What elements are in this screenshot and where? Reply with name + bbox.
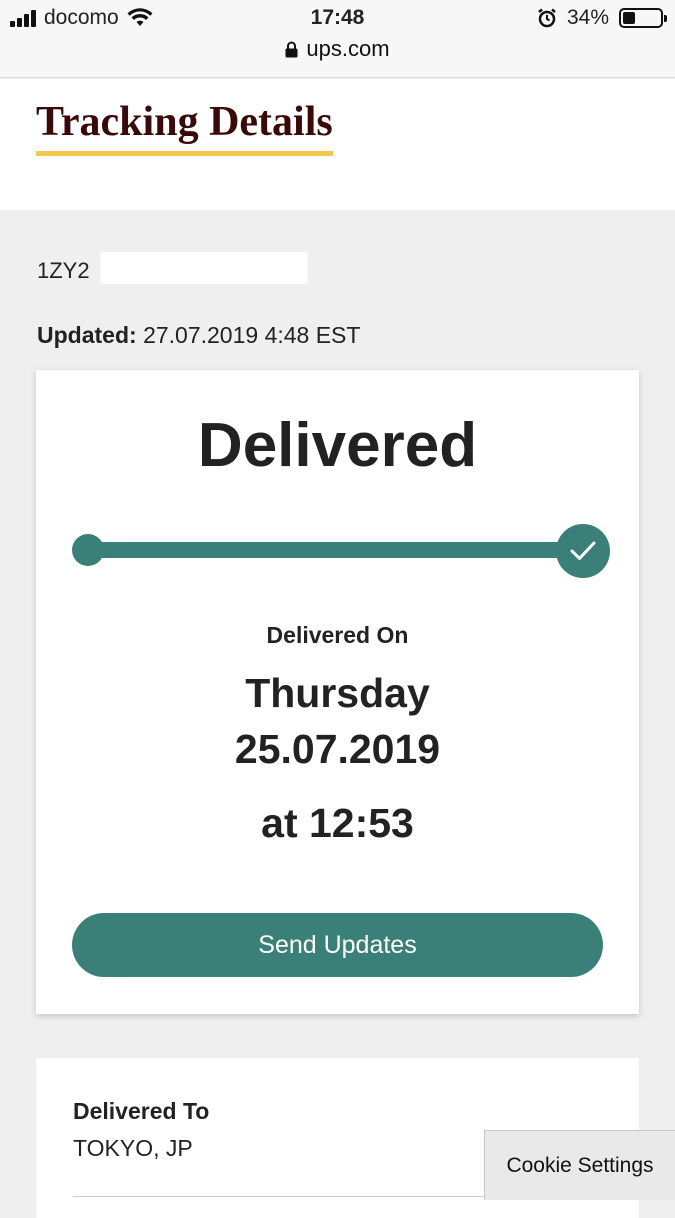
redaction-mark — [100, 252, 308, 284]
cookie-settings-button[interactable]: Cookie Settings — [484, 1130, 675, 1200]
status-bar: docomo 17:48 34% ups.com — [0, 0, 675, 78]
delivered-to-value: TOKYO, JP — [73, 1135, 193, 1161]
delivery-time: at 12:53 — [261, 800, 414, 846]
checkmark-icon — [556, 524, 610, 578]
url-text: ups.com — [306, 36, 390, 61]
send-updates-button[interactable]: Send Updates — [72, 913, 603, 977]
progress-track — [88, 542, 584, 558]
url-bar[interactable]: ups.com — [0, 36, 675, 62]
alarm-icon — [538, 8, 556, 28]
status-card: Delivered Delivered On Thursday 25.07.20… — [36, 370, 639, 1014]
updated-label: Updated: — [37, 322, 137, 348]
battery-percent: 34% — [566, 6, 609, 29]
delivery-day: Thursday — [245, 670, 430, 716]
progress-start-dot — [72, 534, 104, 566]
tracking-number: 1ZY2 — [37, 258, 90, 283]
updated-info: Updated: 27.07.2019 4:48 EST — [37, 322, 360, 349]
delivered-to-label: Delivered To — [73, 1098, 210, 1124]
battery-fill — [623, 12, 636, 24]
page-title: Tracking Details — [36, 99, 333, 157]
page-header: Tracking Details — [0, 79, 675, 210]
status-bar-right: 34% — [537, 6, 667, 30]
progress-bar — [72, 524, 610, 578]
updated-value: 27.07.2019 4:48 EST — [143, 322, 361, 348]
delivery-date: 25.07.2019 — [234, 726, 441, 772]
delivered-on-label: Delivered On — [266, 622, 409, 648]
delivery-status: Delivered — [197, 411, 478, 480]
lock-icon — [285, 41, 298, 57]
battery-icon — [619, 8, 667, 28]
